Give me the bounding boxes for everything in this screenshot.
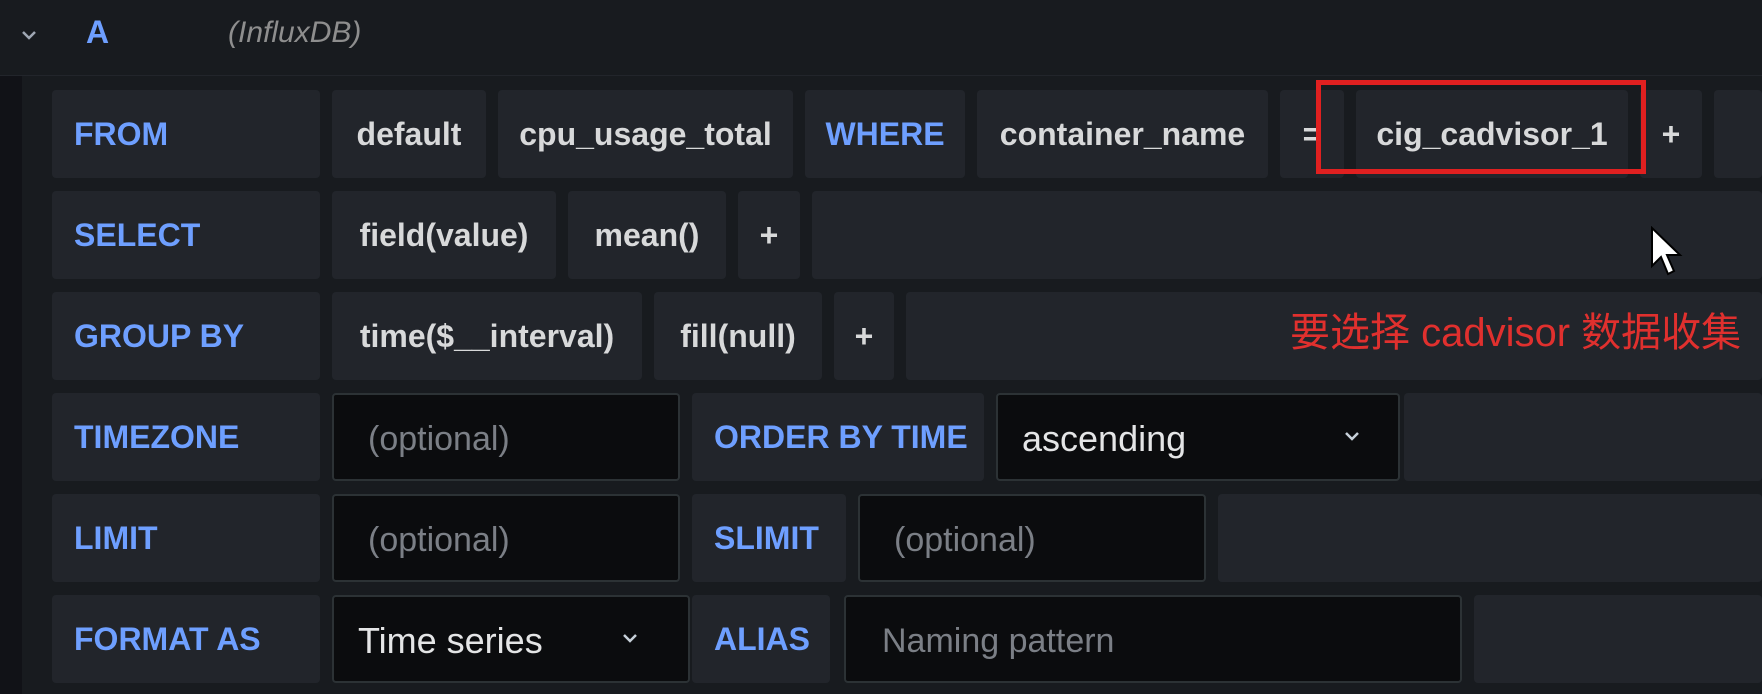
limit-keyword: LIMIT [52, 494, 320, 582]
mouse-pointer-icon [1651, 226, 1683, 276]
row-filler [812, 191, 1762, 279]
row-filler [1218, 494, 1762, 582]
timezone-keyword: TIMEZONE [52, 393, 320, 481]
fill-segment[interactable]: fill(null) [654, 292, 822, 380]
chevron-down-icon [623, 634, 637, 643]
chevron-down-icon [1345, 432, 1359, 441]
where-keyword: WHERE [805, 90, 965, 178]
row-filler [1714, 90, 1762, 178]
alias-keyword: ALIAS [692, 595, 830, 683]
aggregation-segment[interactable]: mean() [568, 191, 726, 279]
add-select-button[interactable]: + [738, 191, 800, 279]
slimit-keyword: SLIMIT [692, 494, 846, 582]
order-select-value: ascending [1022, 418, 1187, 459]
collapse-chevron-icon[interactable] [16, 22, 42, 48]
query-ref-id[interactable]: A [86, 14, 109, 51]
datasource-name: (InfluxDB) [228, 16, 362, 49]
highlight-box [1316, 80, 1646, 174]
tag-key-segment[interactable]: container_name [977, 90, 1268, 178]
format-as-select[interactable]: Time series [332, 595, 690, 683]
group-time-segment[interactable]: time($__interval) [332, 292, 642, 380]
select-keyword: SELECT [52, 191, 320, 279]
field-segment[interactable]: field(value) [332, 191, 556, 279]
slimit-input[interactable]: (optional) [858, 494, 1206, 582]
order-by-time-keyword: ORDER BY TIME [692, 393, 984, 481]
alias-input[interactable]: Naming pattern [844, 595, 1462, 683]
retention-policy-segment[interactable]: default [332, 90, 486, 178]
order-select[interactable]: ascending [996, 393, 1400, 481]
group-by-keyword: GROUP BY [52, 292, 320, 380]
format-as-value: Time series [358, 620, 543, 661]
add-group-by-button[interactable]: + [834, 292, 894, 380]
row-filler [1404, 393, 1762, 481]
from-keyword: FROM [52, 90, 320, 178]
limit-input[interactable]: (optional) [332, 494, 680, 582]
measurement-segment[interactable]: cpu_usage_total [498, 90, 793, 178]
format-as-keyword: FORMAT AS [52, 595, 320, 683]
annotation-text: 要选择 cadvisor 数据收集 [1290, 311, 1742, 355]
add-where-button[interactable]: + [1640, 90, 1702, 178]
query-header: A (InfluxDB) [0, 0, 1762, 76]
timezone-input[interactable]: (optional) [332, 393, 680, 481]
left-stripe [0, 76, 22, 694]
row-filler [1474, 595, 1762, 683]
